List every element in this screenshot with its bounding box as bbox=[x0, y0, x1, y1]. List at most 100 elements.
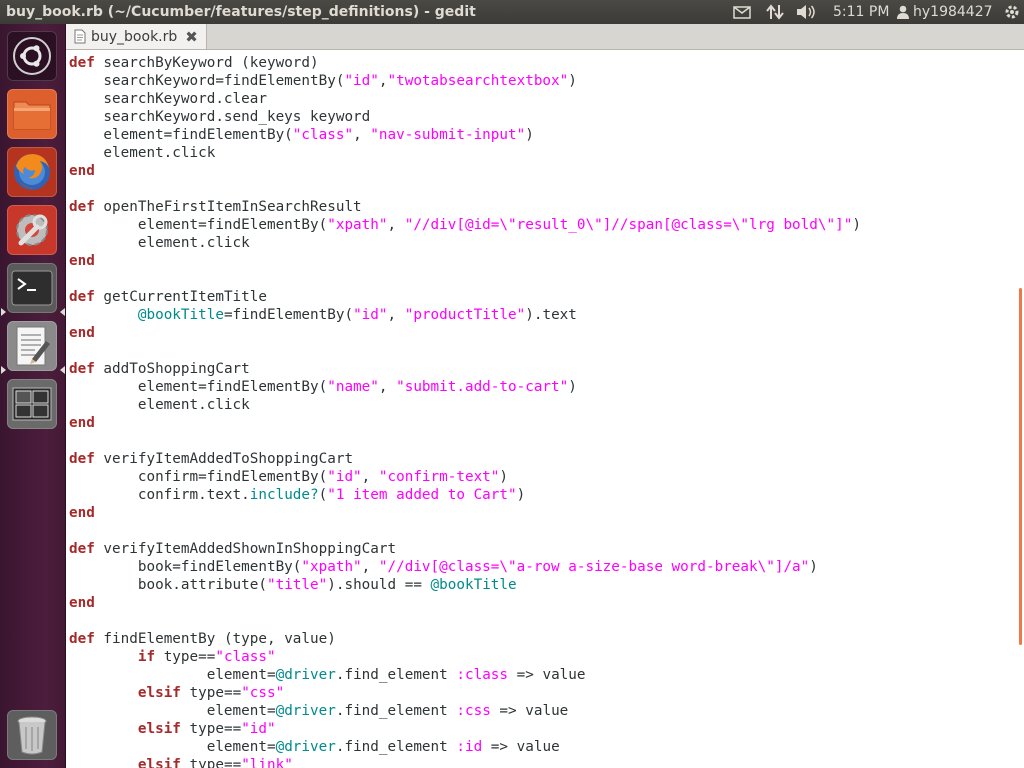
code-token: "id" bbox=[353, 307, 388, 323]
code-token: .find_element bbox=[335, 739, 457, 755]
code-token: "confirm-text" bbox=[378, 469, 500, 485]
code-token: =findElementBy( bbox=[223, 307, 354, 323]
code-token: def bbox=[69, 361, 95, 377]
volume-icon[interactable] bbox=[796, 0, 816, 24]
code-token: book.attribute( bbox=[69, 577, 267, 593]
code-token: => value bbox=[482, 739, 560, 755]
code-line: elsif type=="id" bbox=[69, 720, 861, 738]
code-token: ) bbox=[499, 469, 509, 485]
code-token: "id" bbox=[327, 469, 362, 485]
code-token: "twotabsearchtextbox" bbox=[387, 73, 569, 89]
code-token: end bbox=[69, 253, 95, 269]
code-token: searchKeyword=findElementBy( bbox=[69, 73, 345, 89]
code-token: "id" bbox=[241, 721, 276, 737]
code-line: def findElementBy (type, value) bbox=[69, 630, 861, 648]
launcher-item-terminal[interactable] bbox=[7, 263, 57, 313]
code-token: end bbox=[69, 595, 95, 611]
code-token: openTheFirstItemInSearchResult bbox=[94, 199, 362, 215]
trash-icon bbox=[17, 716, 47, 755]
scrollbar-thumb[interactable] bbox=[1019, 288, 1022, 645]
code-token: def bbox=[69, 631, 95, 647]
code-line: book.attribute("title").should == @bookT… bbox=[69, 576, 861, 594]
code-token: element= bbox=[69, 739, 276, 755]
code-token: , bbox=[353, 127, 371, 143]
tab-buy-book[interactable]: buy_book.rb ✖ bbox=[66, 24, 207, 49]
code-token: , bbox=[387, 217, 405, 233]
launcher-item-trash[interactable] bbox=[7, 710, 57, 760]
code-token: @driver bbox=[275, 703, 336, 719]
folder-icon bbox=[13, 101, 51, 130]
code-token: :css bbox=[456, 703, 491, 719]
code-token: "//div[@class=\"a-row a-size-base word-b… bbox=[378, 559, 810, 575]
code-token: end bbox=[69, 163, 95, 179]
settings-wrench-icon bbox=[16, 214, 48, 246]
launcher-item-dash[interactable] bbox=[7, 31, 57, 81]
code-token: @bookTitle bbox=[430, 577, 517, 593]
code-line: confirm.text.include?("1 item added to C… bbox=[69, 486, 861, 504]
user-menu[interactable]: hy1984427 bbox=[897, 0, 993, 24]
code-token: def bbox=[69, 55, 95, 71]
code-token: element.click bbox=[69, 145, 216, 161]
network-arrows-icon[interactable] bbox=[766, 0, 784, 24]
power-gear-icon[interactable] bbox=[1004, 0, 1020, 24]
code-token: , bbox=[361, 469, 379, 485]
code-line: element=findElementBy("xpath", "//div[@i… bbox=[69, 216, 861, 234]
code-line: element=@driver.find_element :class => v… bbox=[69, 666, 861, 684]
code-token: end bbox=[69, 325, 95, 341]
code-line: def verifyItemAddedToShoppingCart bbox=[69, 450, 861, 468]
code-line: element.click bbox=[69, 234, 861, 252]
code-token: def bbox=[69, 451, 95, 467]
clock[interactable]: 5:11 PM bbox=[833, 0, 889, 24]
code-line: def searchByKeyword (keyword) bbox=[69, 54, 861, 72]
window-title: buy_book.rb (~/Cucumber/features/step_de… bbox=[6, 4, 476, 20]
terminal-icon bbox=[11, 270, 53, 306]
launcher-item-workspace-switcher[interactable] bbox=[7, 379, 57, 429]
launcher-item-firefox[interactable] bbox=[7, 147, 57, 197]
code-token: ) bbox=[568, 73, 577, 89]
code-line: elsif type=="link" bbox=[69, 756, 861, 768]
document-tab-bar: buy_book.rb ✖ bbox=[66, 24, 1024, 50]
code-text[interactable]: def searchByKeyword (keyword) searchKeyw… bbox=[69, 54, 861, 768]
vertical-scrollbar[interactable] bbox=[1017, 50, 1024, 768]
launcher-item-gedit[interactable] bbox=[7, 321, 57, 371]
code-token: ).text bbox=[525, 307, 577, 323]
user-icon bbox=[897, 5, 909, 19]
code-token: elsif bbox=[137, 757, 181, 768]
code-token: @driver bbox=[275, 667, 336, 683]
tab-label: buy_book.rb bbox=[91, 28, 178, 45]
code-token: => value bbox=[490, 703, 569, 719]
code-line: element=findElementBy("class", "nav-subm… bbox=[69, 126, 861, 144]
mail-icon[interactable] bbox=[733, 0, 751, 24]
code-token: .find_element bbox=[335, 667, 457, 683]
code-line: element.click bbox=[69, 396, 861, 414]
code-token: def bbox=[69, 541, 95, 557]
code-token: type== bbox=[155, 649, 216, 665]
code-token: confirm.text. bbox=[69, 487, 250, 503]
code-token: confirm=findElementBy( bbox=[69, 469, 328, 485]
code-token: type== bbox=[180, 757, 242, 768]
code-token: "link" bbox=[241, 757, 293, 768]
code-line: end bbox=[69, 414, 861, 432]
code-token: ) bbox=[809, 559, 818, 575]
code-token: verifyItemAddedShownInShoppingCart bbox=[94, 541, 397, 557]
code-token: def bbox=[69, 289, 95, 305]
close-icon[interactable]: ✖ bbox=[185, 28, 198, 46]
code-token: "class" bbox=[292, 127, 354, 143]
code-editor[interactable]: def searchByKeyword (keyword) searchKeyw… bbox=[66, 50, 1017, 768]
code-line: book=findElementBy("xpath", "//div[@clas… bbox=[69, 558, 861, 576]
text-editor-icon bbox=[16, 326, 50, 366]
code-token: getCurrentItemTitle bbox=[94, 289, 267, 305]
code-token: :id bbox=[456, 739, 483, 755]
launcher-item-files[interactable] bbox=[7, 89, 57, 139]
code-line: element=findElementBy("name", "submit.ad… bbox=[69, 378, 861, 396]
code-token: type== bbox=[180, 721, 242, 737]
code-token: searchKeyword.send_keys keyword bbox=[69, 109, 371, 125]
launcher-item-system-settings[interactable] bbox=[7, 205, 57, 255]
code-token: "class" bbox=[215, 649, 276, 665]
